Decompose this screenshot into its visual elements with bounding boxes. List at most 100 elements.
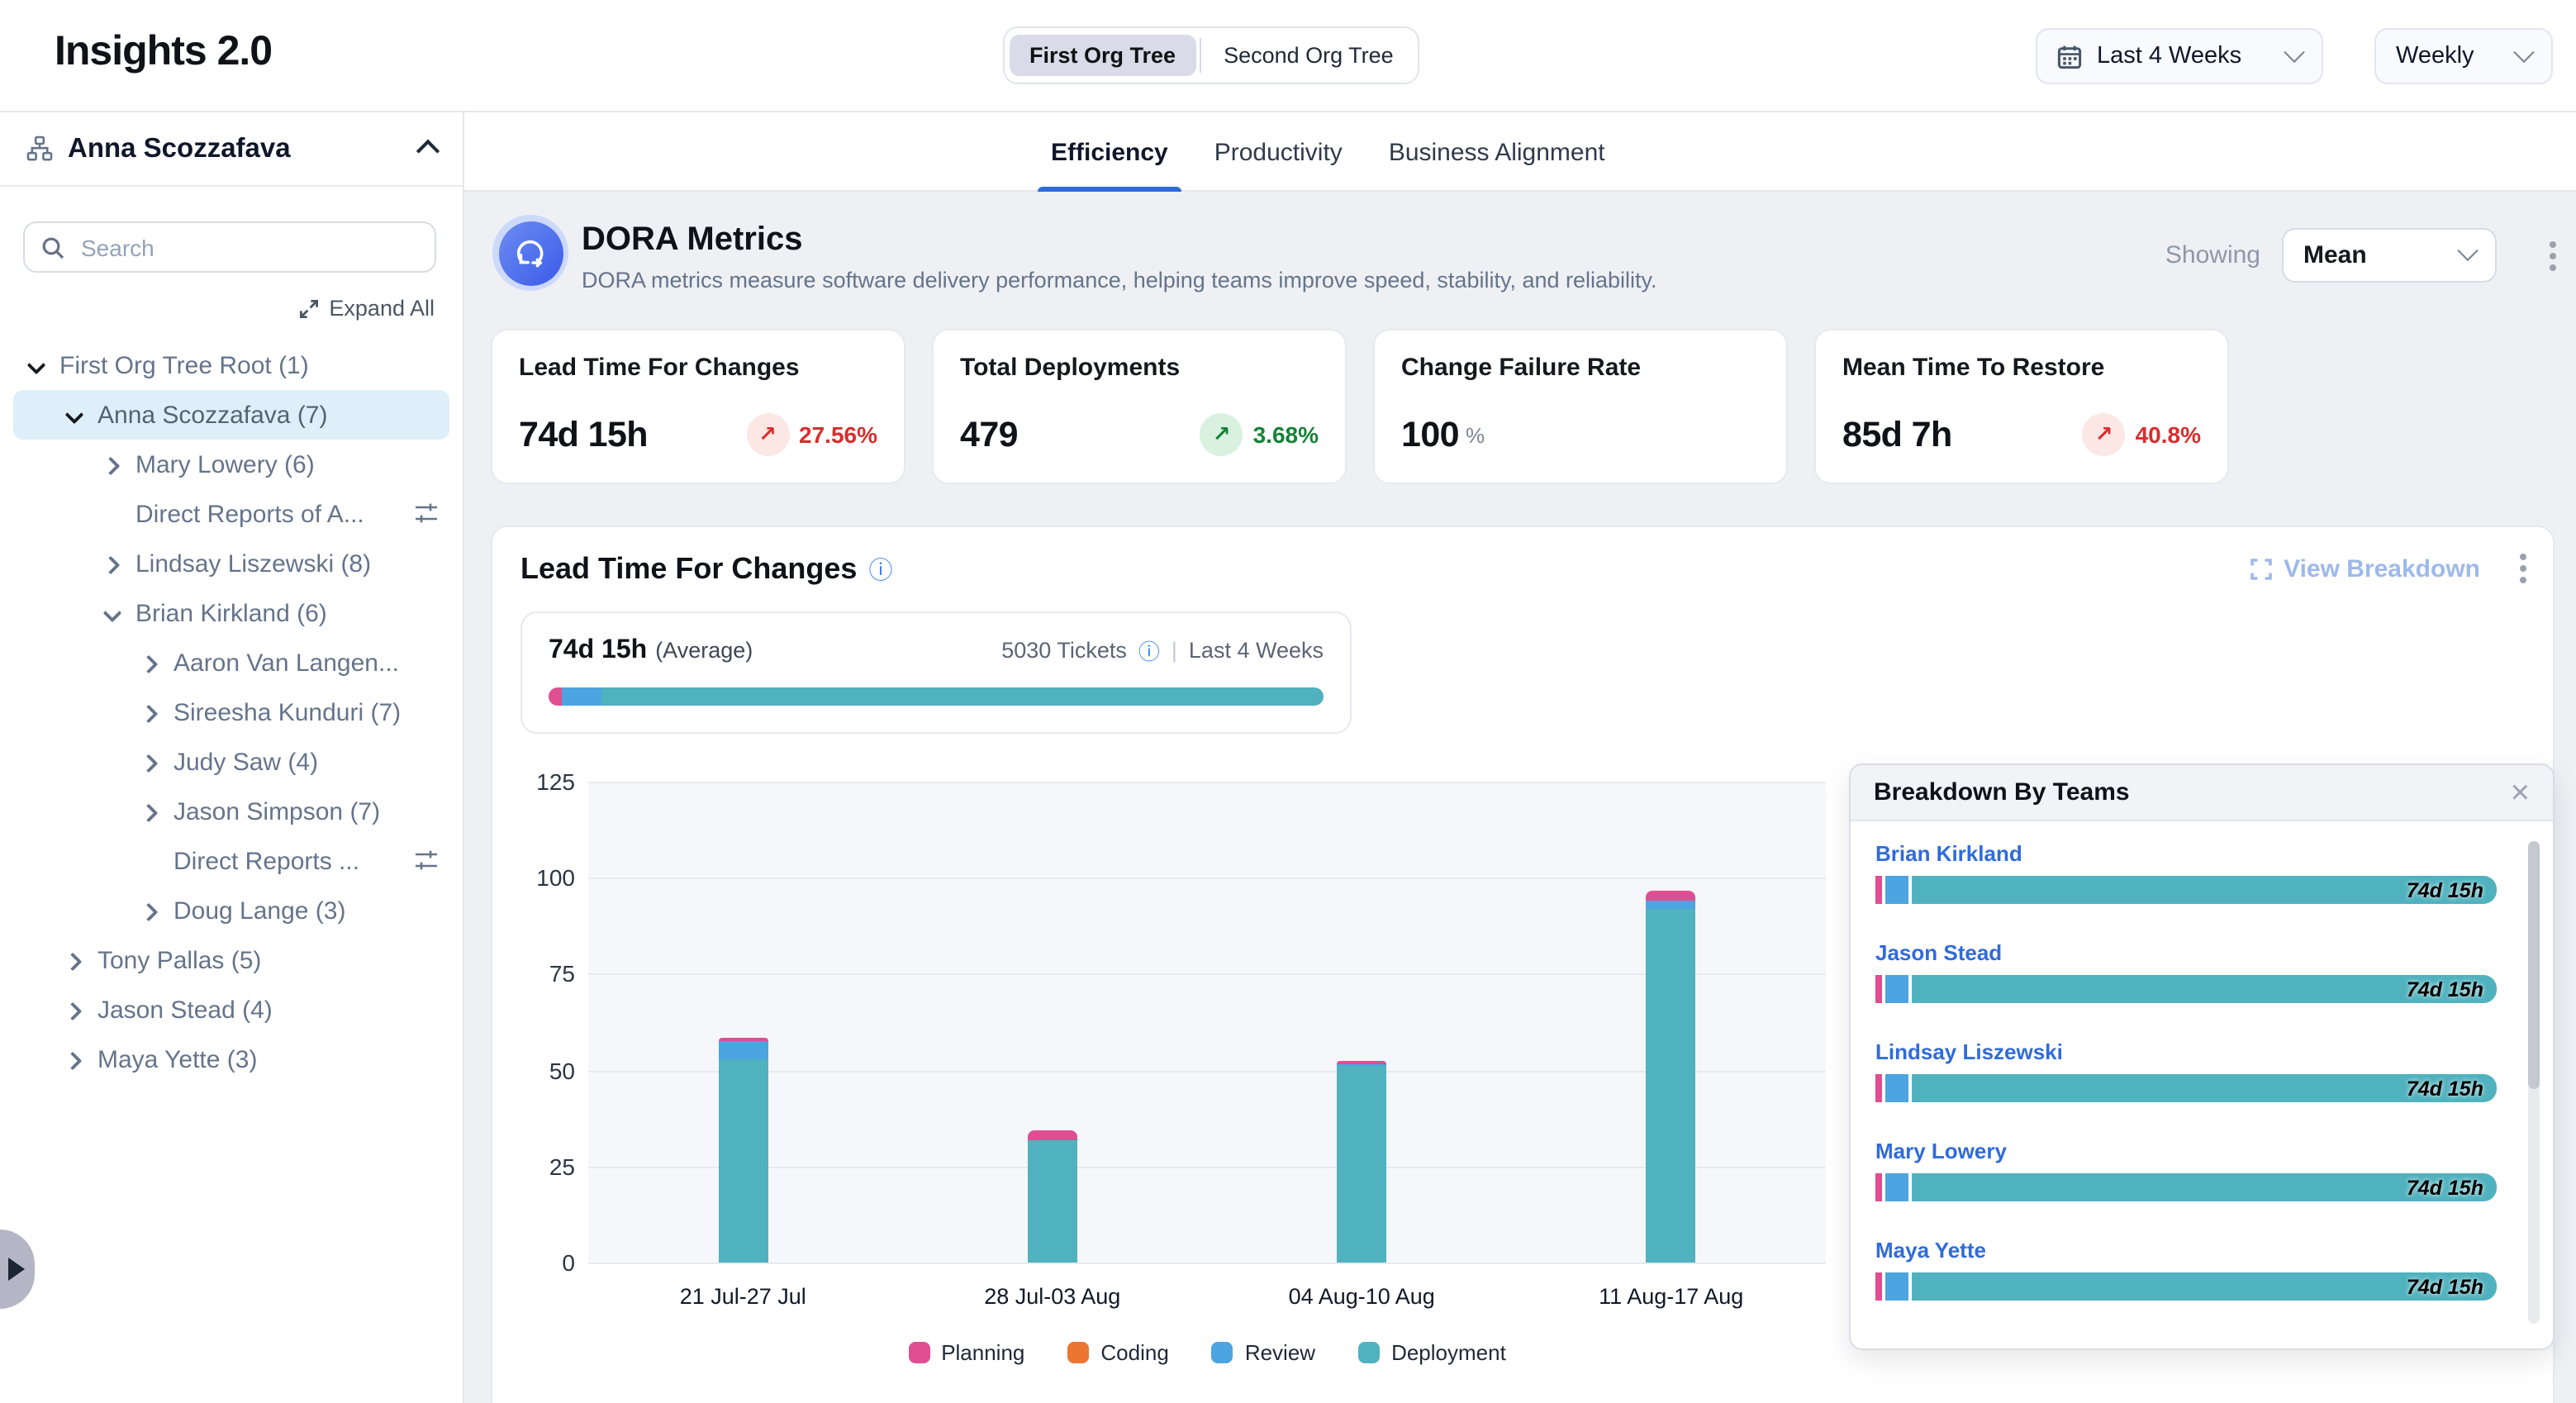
dora-kebab-menu[interactable] <box>2546 238 2559 274</box>
metric-card-delta: ↗27.56% <box>746 413 877 456</box>
breakdown-segment-review <box>1885 975 1908 1003</box>
x-axis-label: 28 Jul-03 Aug <box>937 1284 1168 1309</box>
x-axis-label: 04 Aug-10 Aug <box>1246 1284 1477 1309</box>
tree-item[interactable]: Lindsay Liszewski (8) <box>13 539 449 588</box>
tree-item-label: Judy Saw (4) <box>173 748 449 776</box>
metric-card-value: 479 <box>960 414 1018 455</box>
expand-corners-icon <box>2250 558 2272 579</box>
view-breakdown-button[interactable]: View Breakdown <box>2250 554 2480 583</box>
tree-item[interactable]: Anna Scozzafava (7) <box>13 390 449 440</box>
info-icon[interactable]: ⓘ <box>868 551 892 586</box>
chevron-right-icon[interactable] <box>140 901 159 920</box>
chevron-right-icon[interactable] <box>140 802 159 820</box>
chevron-placeholder <box>140 852 159 870</box>
avg-bar-segment-review <box>563 687 601 706</box>
viewport: Insights 2.0 First Org Tree Second Org T… <box>0 0 2576 1403</box>
collapse-sidebar-chevron-up-icon[interactable] <box>416 140 440 163</box>
tab-business-alignment[interactable]: Business Alignment <box>1385 112 1609 192</box>
tab-productivity[interactable]: Productivity <box>1211 112 1346 192</box>
breakdown-team-link[interactable]: Brian Kirkland <box>1875 841 2497 866</box>
toggle-first-org-tree[interactable]: First Org Tree <box>1010 35 1195 76</box>
tree-item[interactable]: Doug Lange (3) <box>13 886 449 935</box>
bar-segment-review <box>1647 901 1696 908</box>
legend-label: Planning <box>941 1340 1024 1365</box>
legend-swatch <box>1067 1342 1089 1363</box>
tree-item[interactable]: Brian Kirkland (6) <box>13 588 449 638</box>
tree-item[interactable]: Maya Yette (3) <box>13 1034 449 1084</box>
tree-item-label: Direct Reports of A... <box>135 500 413 528</box>
chevron-right-icon[interactable] <box>140 753 159 771</box>
metric-card-title: Total Deployments <box>960 354 1319 382</box>
chevron-right-icon[interactable] <box>140 703 159 721</box>
metric-card-title: Change Failure Rate <box>1401 354 1760 382</box>
breakdown-team-link[interactable]: Lindsay Liszewski <box>1875 1039 2497 1064</box>
chevron-placeholder <box>102 505 121 523</box>
tree-item[interactable]: Sireesha Kunduri (7) <box>13 687 449 737</box>
tickets-info-icon[interactable]: ⓘ <box>1138 635 1160 666</box>
tree-item[interactable]: Direct Reports ... <box>13 836 449 886</box>
chevron-right-icon[interactable] <box>64 1050 83 1068</box>
granularity-dropdown[interactable]: Weekly <box>2374 28 2553 84</box>
breakdown-stacked-bar: 74d 15h <box>1875 876 2497 904</box>
metric-card-delta-value: 40.8% <box>2136 421 2201 448</box>
content: DORA Metrics DORA metrics measure softwa… <box>464 192 2576 1403</box>
tree-item-label: Jason Stead (4) <box>97 996 449 1024</box>
gridline <box>588 782 1826 783</box>
chevron-right-icon[interactable] <box>64 951 83 969</box>
breakdown-segment-review <box>1885 1074 1908 1102</box>
legend-swatch <box>1212 1342 1233 1363</box>
aggregation-value: Mean <box>2303 241 2460 269</box>
tree-item[interactable]: Tony Pallas (5) <box>13 935 449 985</box>
tree-item[interactable]: Jason Simpson (7) <box>13 787 449 836</box>
tree-item[interactable]: Jason Stead (4) <box>13 985 449 1034</box>
search-input[interactable] <box>78 232 418 262</box>
tree-item[interactable]: Judy Saw (4) <box>13 737 449 787</box>
expand-all-button[interactable]: Expand All <box>299 296 435 321</box>
bar-chart-plot <box>588 782 1826 1263</box>
tree-item[interactable]: Mary Lowery (6) <box>13 440 449 489</box>
tree-item[interactable]: Aaron Van Langen... <box>13 638 449 687</box>
breakdown-row: Maya Yette 74d 15h <box>1875 1238 2497 1301</box>
chevron-down-icon <box>2457 240 2478 261</box>
stacked-bar[interactable] <box>1647 782 1696 1263</box>
chevron-right-icon[interactable] <box>102 554 121 573</box>
date-range-value: Last 4 Weeks <box>2097 43 2241 69</box>
stacked-bar[interactable] <box>1337 782 1386 1263</box>
sidebar: Anna Scozzafava Expand All First Org Tre… <box>0 112 464 1403</box>
toggle-second-org-tree[interactable]: Second Org Tree <box>1204 35 1414 76</box>
metric-card-title: Lead Time For Changes <box>519 354 877 382</box>
chevron-right-icon[interactable] <box>64 1001 83 1019</box>
stacked-bar[interactable] <box>1028 782 1077 1263</box>
scrollbar-track[interactable] <box>2528 841 2540 1324</box>
breakdown-team-link[interactable]: Jason Stead <box>1875 940 2497 965</box>
chevron-right-icon[interactable] <box>140 654 159 672</box>
lead-time-kebab-menu[interactable] <box>2517 550 2530 587</box>
lead-time-title-text: Lead Time For Changes <box>520 551 857 586</box>
filter-sliders-icon[interactable] <box>413 849 440 873</box>
breakdown-stacked-bar: 74d 15h <box>1875 1272 2497 1301</box>
legend-item-review: Review <box>1212 1340 1315 1365</box>
aggregation-dropdown[interactable]: Mean <box>2282 228 2497 283</box>
tree-item-label: Jason Simpson (7) <box>173 797 449 825</box>
close-icon[interactable]: × <box>2511 776 2530 809</box>
breakdown-value: 74d 15h <box>1912 975 2497 1003</box>
breakdown-value: 74d 15h <box>1912 876 2497 904</box>
scrollbar-thumb[interactable] <box>2528 841 2540 1089</box>
breakdown-team-link[interactable]: Maya Yette <box>1875 1238 2497 1263</box>
tree-item[interactable]: First Org Tree Root (1) <box>13 340 449 390</box>
showing-group: Showing Mean <box>2165 228 2497 283</box>
breakdown-team-link[interactable]: Mary Lowery <box>1875 1139 2497 1163</box>
date-range-dropdown[interactable]: Last 4 Weeks <box>2036 28 2323 84</box>
tab-efficiency[interactable]: Efficiency <box>1048 112 1172 192</box>
sidebar-search[interactable] <box>23 221 436 273</box>
chevron-down-icon[interactable] <box>64 406 83 424</box>
breakdown-rows: Brian Kirkland 74d 15h Jason Stead 74d 15h L… <box>1875 841 2497 1301</box>
stacked-bar[interactable] <box>718 782 768 1263</box>
breakdown-by-teams-panel: Breakdown By Teams × Brian Kirkland74d 1… <box>1849 763 2555 1350</box>
metric-card-title: Mean Time To Restore <box>1842 354 2201 382</box>
chevron-down-icon[interactable] <box>26 356 45 374</box>
chevron-down-icon[interactable] <box>102 604 121 622</box>
tree-item[interactable]: Direct Reports of A... <box>13 489 449 539</box>
chevron-right-icon[interactable] <box>102 455 121 473</box>
filter-sliders-icon[interactable] <box>413 502 440 526</box>
